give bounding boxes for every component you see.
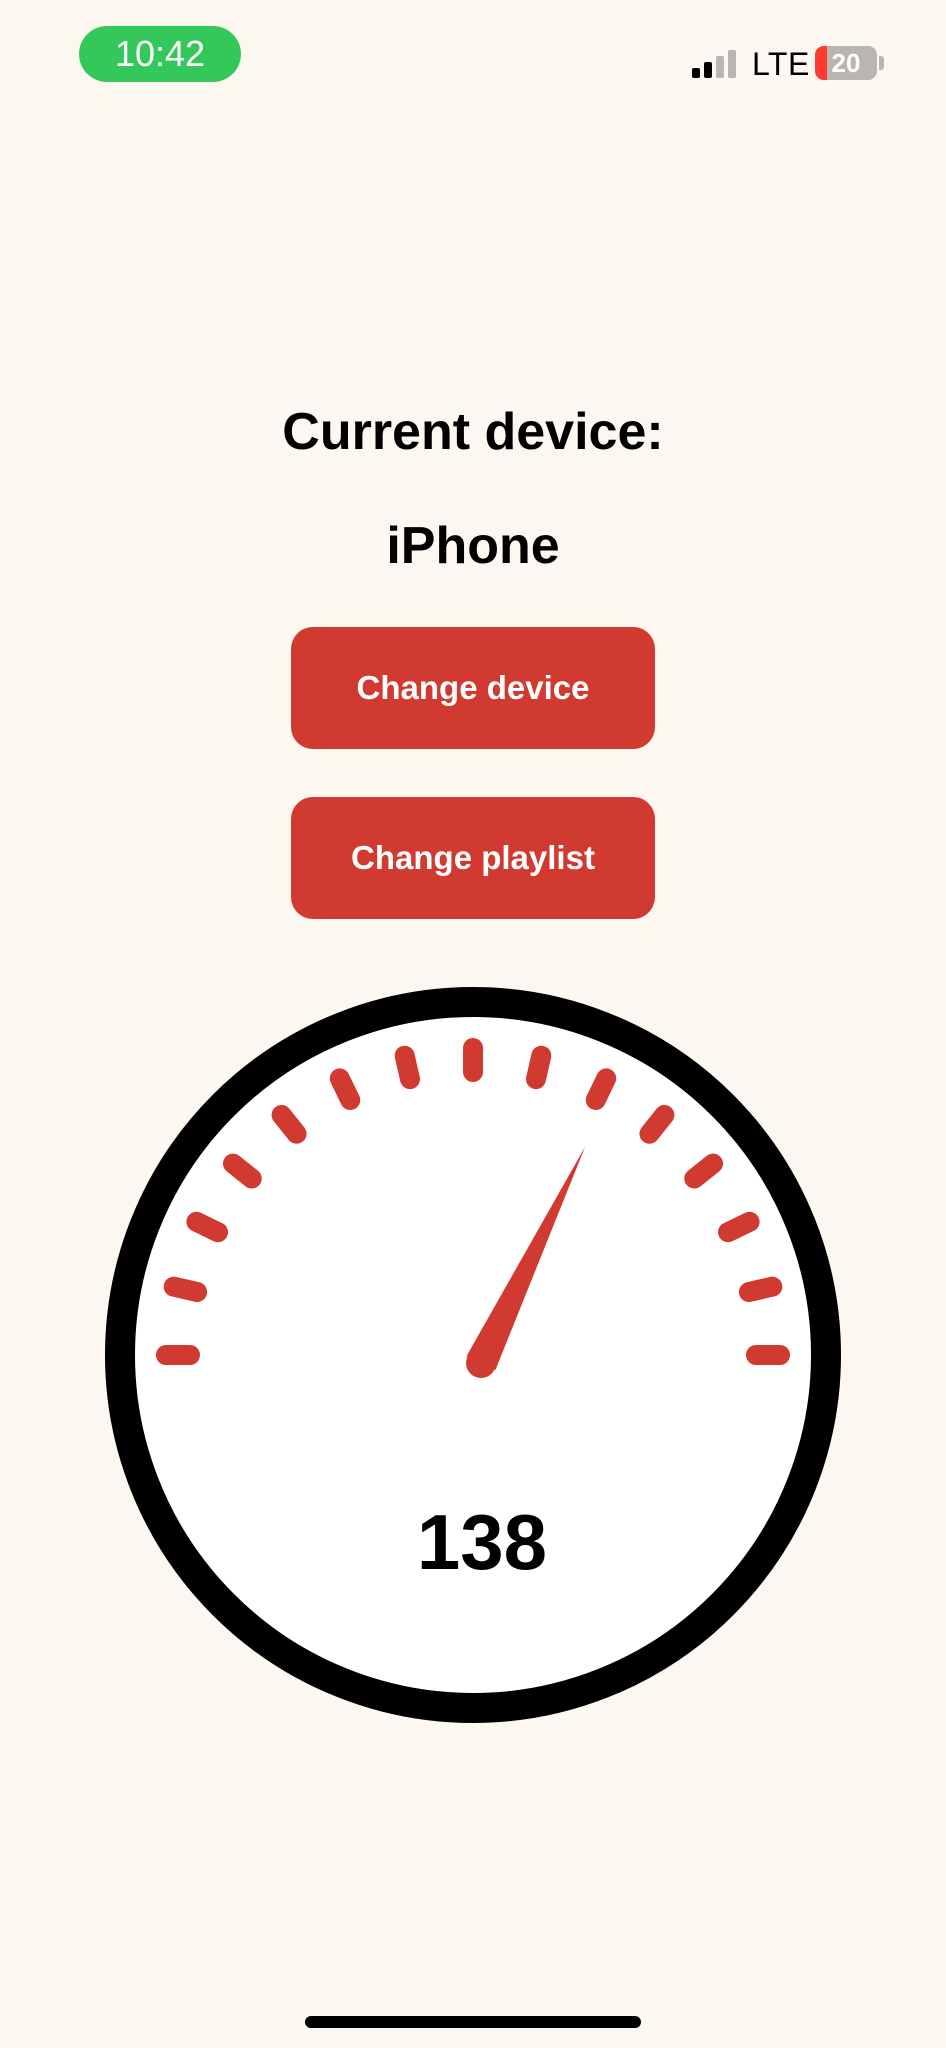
- gauge-tick: [525, 1045, 552, 1090]
- gauge-tick: [271, 1104, 307, 1144]
- status-bar: 10:42 LTE 20: [0, 0, 946, 110]
- change-device-button[interactable]: Change device: [291, 627, 655, 749]
- gauge-tick: [717, 1211, 760, 1243]
- gauge-tick: [329, 1068, 361, 1111]
- home-indicator[interactable]: [305, 2016, 641, 2028]
- speed-gauge: 138: [105, 987, 841, 1723]
- battery-icon: 20: [815, 46, 877, 80]
- gauge-tick: [394, 1045, 421, 1090]
- gauge-tick: [738, 1276, 783, 1303]
- current-device-name: iPhone: [386, 517, 560, 575]
- gauge-tick: [222, 1153, 262, 1189]
- current-device-label: Current device:: [282, 403, 664, 461]
- network-type: LTE: [752, 46, 810, 82]
- battery-level: 20: [831, 48, 861, 78]
- gauge-needle-base: [466, 1348, 496, 1378]
- gauge-tick: [163, 1276, 208, 1303]
- gauge-value: 138: [417, 1498, 547, 1586]
- status-time[interactable]: 10:42: [79, 26, 241, 82]
- gauge-tick: [639, 1104, 675, 1144]
- cellular-signal-icon: [692, 48, 738, 78]
- gauge-tick: [186, 1211, 229, 1243]
- gauge-tick: [585, 1068, 617, 1111]
- battery-tip: [879, 56, 884, 70]
- gauge-tick: [684, 1153, 724, 1189]
- change-playlist-button[interactable]: Change playlist: [291, 797, 655, 919]
